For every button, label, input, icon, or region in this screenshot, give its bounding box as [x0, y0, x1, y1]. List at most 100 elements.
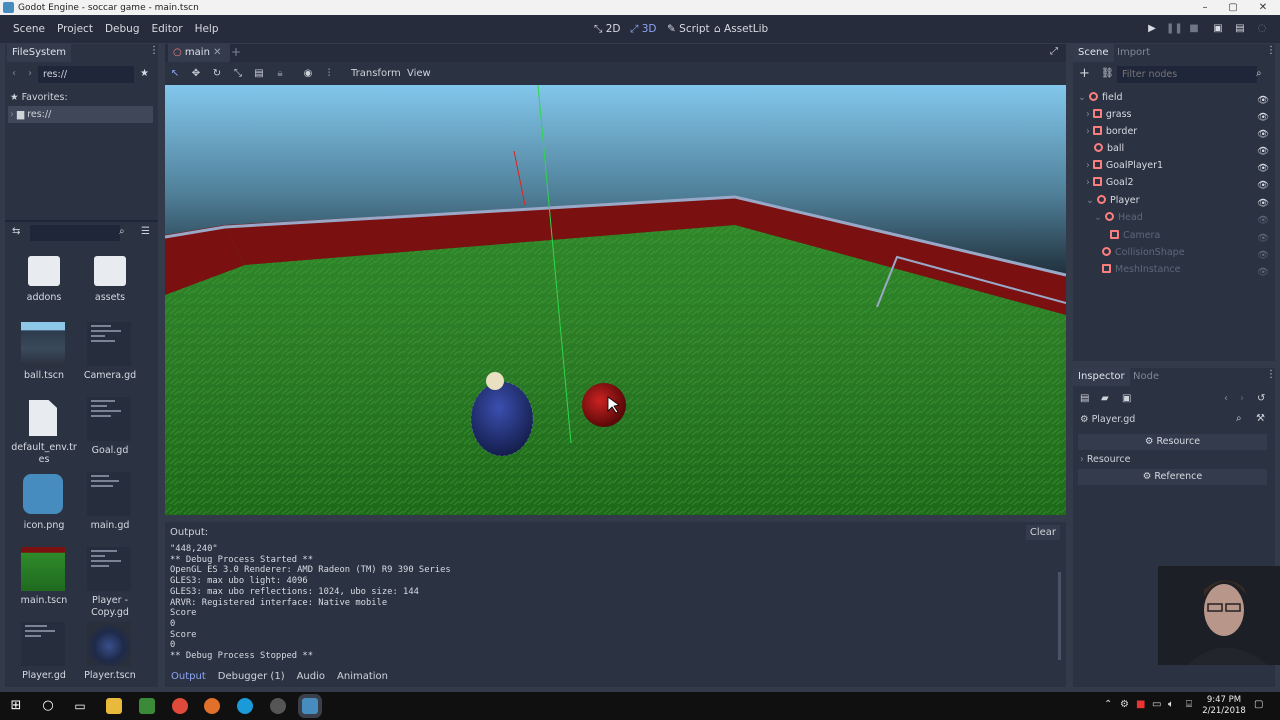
- file-item-player-tscn[interactable]: Player.tscn: [74, 622, 146, 694]
- visibility-eye-icon[interactable]: 👁︎: [1257, 177, 1269, 191]
- transform-menu[interactable]: Transform: [351, 68, 401, 79]
- scene-node-player[interactable]: ⌄ Player 👁︎: [1086, 192, 1269, 209]
- favorites-row[interactable]: ★ Favorites:: [10, 89, 68, 106]
- inspected-object[interactable]: ⚙ Player.gd: [1080, 411, 1135, 428]
- view-mode-icon[interactable]: ☰: [141, 226, 150, 237]
- file-item-ball-tscn[interactable]: ball.tscn: [8, 322, 80, 394]
- add-node-icon[interactable]: +: [1079, 66, 1090, 81]
- minimize-button[interactable]: –: [1190, 0, 1220, 15]
- visibility-eye-icon[interactable]: 👁︎: [1257, 160, 1269, 174]
- clock[interactable]: 9:47 PM 2/21/2018: [1200, 695, 1248, 717]
- list-select-icon[interactable]: ▤: [251, 66, 267, 82]
- play-custom-scene-icon[interactable]: ▤: [1233, 22, 1247, 36]
- scene-node-goalplayer1[interactable]: › GoalPlayer1 👁︎: [1086, 157, 1269, 174]
- task-view-icon[interactable]: ▭: [72, 698, 88, 714]
- history-back-icon[interactable]: ‹: [1224, 393, 1228, 404]
- file-explorer-icon[interactable]: [106, 698, 122, 714]
- scene-node-field[interactable]: ⌄ field 👁︎: [1078, 89, 1269, 106]
- stop-icon[interactable]: ■: [1187, 22, 1201, 36]
- filesystem-path-field[interactable]: res://: [38, 66, 134, 83]
- scene-node-collisionshape[interactable]: CollisionShape 👁︎: [1102, 244, 1269, 261]
- lock-icon[interactable]: 🔒︎: [272, 66, 288, 82]
- visibility-eye-icon[interactable]: 👁︎: [1257, 92, 1269, 106]
- dock-menu-icon[interactable]: ⋮: [1266, 45, 1276, 56]
- menu-help[interactable]: Help: [189, 23, 225, 35]
- tab-import[interactable]: Import: [1112, 44, 1155, 62]
- tab-node[interactable]: Node: [1128, 368, 1164, 386]
- open-folder-icon[interactable]: ▰: [1101, 393, 1109, 404]
- new-resource-icon[interactable]: ▤: [1080, 393, 1089, 404]
- file-item-addons[interactable]: addons: [8, 254, 80, 326]
- local-coords-icon[interactable]: ◉: [300, 66, 316, 82]
- dock-menu-icon[interactable]: ⋮: [149, 45, 159, 56]
- scene-node-head[interactable]: ⌄ Head 👁︎: [1094, 209, 1269, 226]
- search-icon[interactable]: ⌕: [1236, 413, 1242, 424]
- add-tab-icon[interactable]: +: [231, 45, 241, 59]
- tab-animation[interactable]: Animation: [331, 671, 394, 682]
- resource-section[interactable]: › Resource: [1080, 451, 1130, 468]
- scene-node-camera[interactable]: Camera 👁︎: [1110, 227, 1269, 244]
- tray-app-icon[interactable]: ⚙: [1120, 699, 1129, 710]
- filesystem-filter-input[interactable]: [30, 225, 120, 241]
- history-forward-icon[interactable]: ›: [1240, 393, 1244, 404]
- visibility-eye-icon[interactable]: 👁︎: [1257, 195, 1269, 209]
- select-tool-icon[interactable]: ↖: [167, 66, 183, 82]
- tab-audio[interactable]: Audio: [291, 671, 331, 682]
- tray-monitor-icon[interactable]: ▭: [1152, 699, 1161, 710]
- scene-node-goal2[interactable]: › Goal2 👁︎: [1086, 174, 1269, 191]
- visibility-eye-icon[interactable]: 👁︎: [1257, 143, 1269, 157]
- scene-node-border[interactable]: › border 👁︎: [1086, 123, 1269, 140]
- file-item-player-gd[interactable]: Player.gd: [8, 622, 80, 694]
- file-item-goal-gd[interactable]: Goal.gd: [74, 397, 146, 469]
- visibility-eye-icon[interactable]: 👁︎: [1257, 212, 1269, 226]
- save-icon[interactable]: ▣: [1122, 393, 1131, 404]
- tab-main-scene[interactable]: ○ main ✕: [168, 44, 230, 62]
- workspace-script-button[interactable]: ✎ Script: [667, 15, 710, 43]
- notifications-icon[interactable]: ▢: [1254, 699, 1263, 710]
- play-icon[interactable]: ▶: [1145, 22, 1159, 36]
- scene-node-ball[interactable]: ball 👁︎: [1094, 140, 1269, 157]
- skype-icon[interactable]: [237, 698, 253, 714]
- forward-arrow-icon[interactable]: ›: [28, 68, 32, 79]
- visibility-eye-icon[interactable]: 👁︎: [1257, 230, 1269, 244]
- back-arrow-icon[interactable]: ‹: [12, 68, 16, 79]
- distraction-free-icon[interactable]: ⤢: [1050, 46, 1058, 57]
- output-scrollbar[interactable]: [1058, 572, 1061, 660]
- tray-mail-icon[interactable]: ■: [1136, 699, 1145, 710]
- scale-tool-icon[interactable]: ⤡: [230, 66, 246, 82]
- menu-editor[interactable]: Editor: [145, 23, 188, 35]
- resource-button[interactable]: ⚙ Resource: [1078, 434, 1267, 450]
- dock-splitter[interactable]: [5, 220, 158, 222]
- visibility-eye-icon[interactable]: 👁︎: [1257, 109, 1269, 123]
- godot-taskbar-icon[interactable]: [302, 698, 318, 714]
- tab-inspector[interactable]: Inspector: [1073, 368, 1130, 386]
- history-icon[interactable]: ↺: [1257, 393, 1265, 404]
- favorite-star-icon[interactable]: ★: [140, 68, 149, 79]
- windows-start-icon[interactable]: ⊞: [8, 698, 24, 714]
- network-icon[interactable]: ⌸: [1186, 699, 1192, 710]
- visibility-eye-icon[interactable]: 👁︎: [1257, 264, 1269, 278]
- visibility-eye-icon[interactable]: 👁︎: [1257, 247, 1269, 261]
- visibility-eye-icon[interactable]: 👁︎: [1257, 126, 1269, 140]
- store-icon[interactable]: [139, 698, 155, 714]
- menu-debug[interactable]: Debug: [99, 23, 146, 35]
- clear-output-button[interactable]: Clear: [1025, 525, 1060, 540]
- 3d-viewport[interactable]: [165, 85, 1066, 515]
- scene-node-grass[interactable]: › grass 👁︎: [1086, 106, 1269, 123]
- workspace-assetlib-button[interactable]: ⌂ AssetLib: [714, 15, 768, 43]
- file-item-assets[interactable]: assets: [74, 254, 146, 326]
- file-item-main-tscn[interactable]: main.tscn: [8, 547, 80, 619]
- firefox-icon[interactable]: [204, 698, 220, 714]
- tab-scene[interactable]: Scene: [1073, 44, 1114, 62]
- maximize-button[interactable]: ▢: [1218, 0, 1248, 15]
- tab-filesystem[interactable]: FileSystem: [7, 44, 72, 62]
- dock-menu-icon[interactable]: ⋮: [1266, 369, 1276, 380]
- close-tab-icon[interactable]: ✕: [213, 47, 221, 58]
- tray-chevron-icon[interactable]: ⌃: [1104, 699, 1112, 710]
- filter-nodes-input[interactable]: [1117, 66, 1257, 83]
- res-root-row[interactable]: › ▆ res://: [8, 106, 153, 123]
- reference-button[interactable]: ⚙ Reference: [1078, 469, 1267, 485]
- chrome-icon[interactable]: [172, 698, 188, 714]
- play-scene-icon[interactable]: ▣: [1211, 22, 1225, 36]
- file-item-icon-png[interactable]: icon.png: [8, 472, 80, 544]
